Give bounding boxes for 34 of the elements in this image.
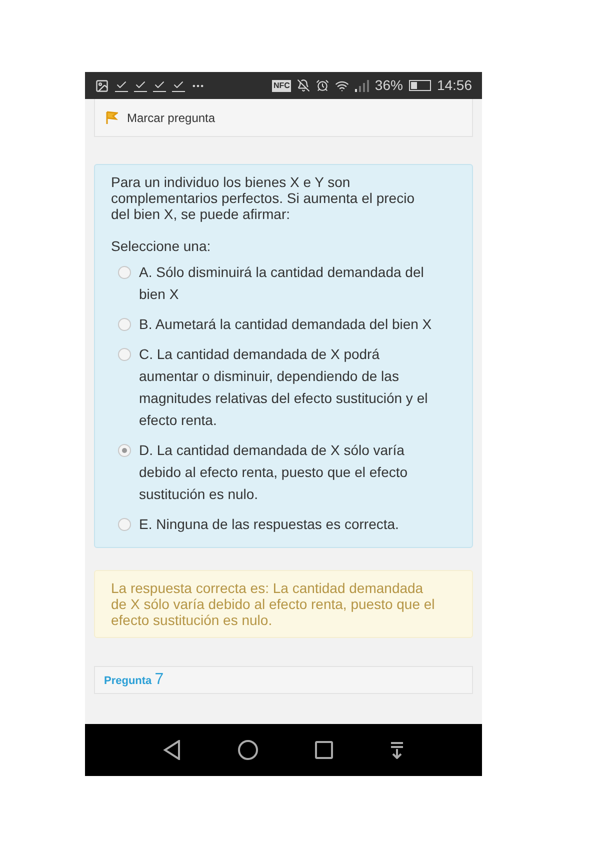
radio-button[interactable]	[118, 266, 131, 279]
down-arrow-icon[interactable]	[390, 741, 404, 759]
select-prompt: Seleccione una:	[111, 237, 212, 256]
clock-time: 14:56	[436, 76, 472, 95]
battery-percent: 36%	[374, 76, 403, 95]
question-number: 7	[154, 671, 164, 689]
battery-icon	[408, 80, 431, 91]
radio-button[interactable]	[118, 348, 131, 361]
square-icon[interactable]	[314, 741, 333, 759]
flag-link[interactable]: Marcar pregunta	[127, 108, 216, 126]
option-label[interactable]: A. Sólo disminuirá la cantidad demandada del bien X	[139, 261, 432, 305]
option-label[interactable]: B. Aumetará la cantidad demandada del bien X	[139, 313, 432, 335]
back-icon[interactable]	[163, 740, 182, 760]
check-icon	[153, 79, 166, 92]
option-label[interactable]: D. La cantidad demandada de X sólo varía debido al efecto renta, puesto que el efecto sustitución es nulo.	[139, 439, 432, 505]
alarm-icon	[316, 79, 329, 92]
wifi-icon	[334, 78, 349, 92]
question-text: Para un individuo los bienes X e Y son complementarios perfectos. Si aumenta el precio del bien X, se puede afirmar:	[111, 174, 416, 222]
home-icon[interactable]	[238, 740, 258, 760]
check-icon	[115, 79, 128, 92]
nfc-label: NFC	[272, 80, 291, 92]
option-label[interactable]: C. La cantidad demandada de X podrá aumentar o disminuir, dependiendo de las magnitudes relativas del efecto sustitución y el efecto renta.	[139, 343, 432, 431]
correct-answer-text: La respuesta correcta es: La cantidad demandada de X sólo varía debido al efecto renta, puesto que el efecto sustitución es nulo.	[111, 580, 436, 628]
question-label: Pregunta	[104, 674, 152, 688]
check-icon	[172, 79, 185, 92]
option-label[interactable]: E. Ninguna de las respuestas es correcta.	[139, 513, 399, 535]
radio-button[interactable]	[118, 518, 131, 531]
check-icon	[134, 79, 147, 92]
signal-icon	[354, 80, 369, 92]
radio-button[interactable]	[118, 444, 131, 457]
image-icon	[95, 78, 109, 92]
flag-icon	[106, 110, 118, 124]
muted-bell-icon	[296, 79, 310, 92]
radio-button[interactable]	[118, 318, 131, 331]
